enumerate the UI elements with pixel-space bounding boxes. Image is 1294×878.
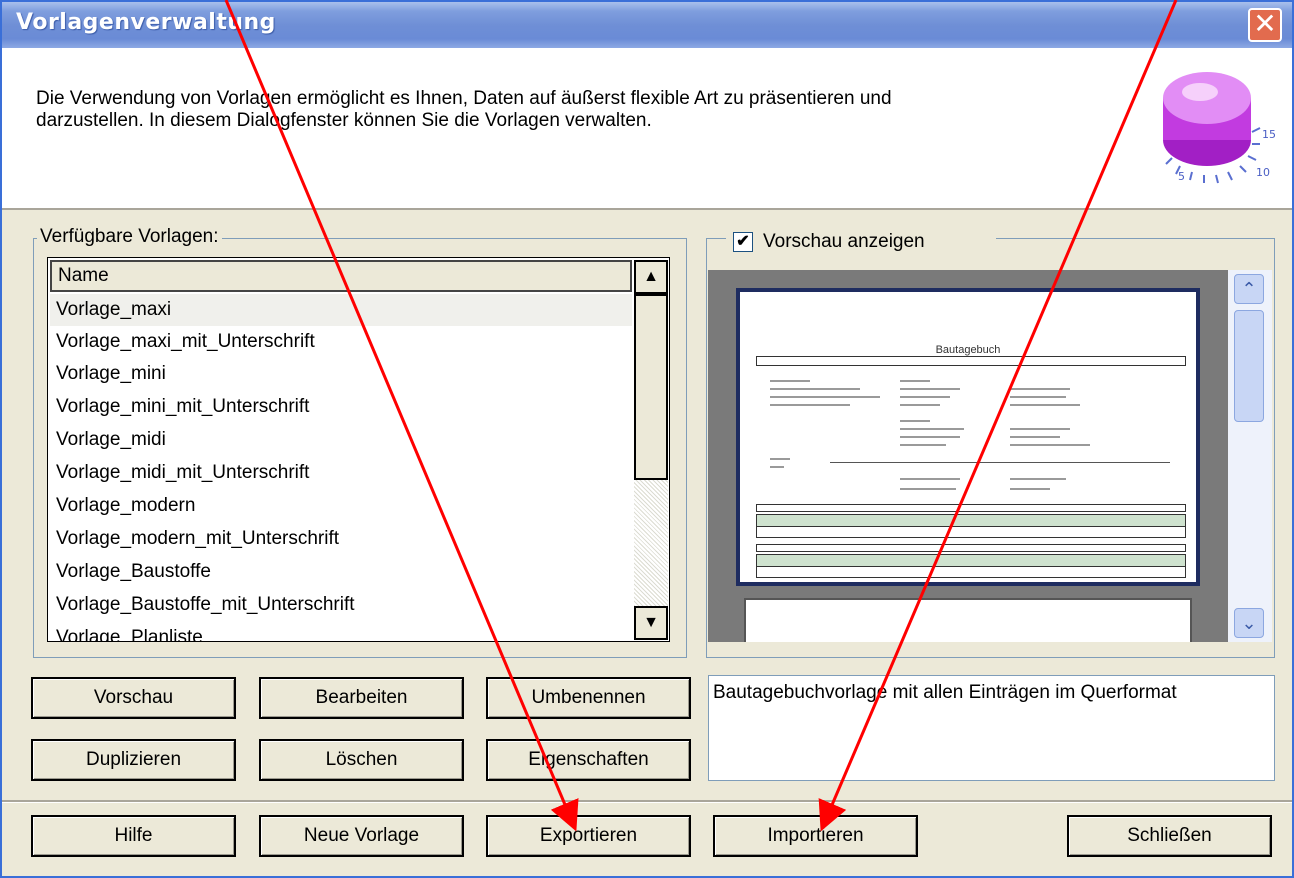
timer-knob-icon: 5 10 15 <box>1163 72 1276 184</box>
scroll-down-button[interactable]: ▼ <box>634 606 668 640</box>
intro-line-1: Die Verwendung von Vorlagen ermöglicht e… <box>36 88 892 109</box>
new-template-button[interactable]: Neue Vorlage <box>259 815 464 857</box>
delete-button[interactable]: Löschen <box>259 739 464 781</box>
duplicate-button[interactable]: Duplizieren <box>31 739 236 781</box>
title-bar[interactable]: Vorlagenverwaltung ✕ <box>2 2 1292 48</box>
preview-checkbox[interactable]: ✔ <box>733 232 753 252</box>
template-description: Bautagebuchvorlage mit allen Einträgen i… <box>708 675 1275 781</box>
window-title: Vorlagenverwaltung <box>16 10 276 35</box>
list-item[interactable]: Vorlage_midi_mit_Unterschrift <box>50 457 632 489</box>
scroll-thumb[interactable] <box>634 294 668 480</box>
info-header: Die Verwendung von Vorlagen ermöglicht e… <box>2 48 1292 210</box>
list-item[interactable]: Vorlage_maxi_mit_Unterschrift <box>50 326 632 358</box>
help-button[interactable]: Hilfe <box>31 815 236 857</box>
preview-scroll-down-button[interactable]: ⌄ <box>1234 608 1264 638</box>
list-item[interactable]: Vorlage_Planliste <box>50 622 632 641</box>
import-button[interactable]: Importieren <box>713 815 918 857</box>
column-header-name[interactable]: Name <box>50 260 632 292</box>
templates-list[interactable]: Name Vorlage_maxi Vorlage_maxi_mit_Unter… <box>47 257 670 642</box>
export-button[interactable]: Exportieren <box>486 815 691 857</box>
preview-checkbox-label[interactable]: Vorschau anzeigen <box>763 231 925 253</box>
preview-page: Bautagebuch <box>736 288 1200 586</box>
footer-separator <box>2 800 1292 803</box>
close-button[interactable]: ✕ <box>1248 8 1282 42</box>
edit-button[interactable]: Bearbeiten <box>259 677 464 719</box>
list-item[interactable]: Vorlage_midi <box>50 424 632 456</box>
templates-scrollbar[interactable]: ▲ ▼ <box>634 260 668 640</box>
preview-document-title: Bautagebuch <box>935 344 1001 356</box>
preview-scroll-up-button[interactable]: ⌃ <box>1234 274 1264 304</box>
list-item[interactable]: Vorlage_mini_mit_Unterschrift <box>50 391 632 423</box>
list-item[interactable]: Vorlage_Baustoffe <box>50 556 632 588</box>
preview-scrollbar[interactable]: ⌃ ⌄ <box>1228 270 1272 642</box>
preview-button[interactable]: Vorschau <box>31 677 236 719</box>
close-dialog-button[interactable]: Schließen <box>1067 815 1272 857</box>
preview-pane[interactable]: Bautagebuch ⌃ ⌄ <box>708 270 1272 642</box>
knob-label-5: 5 <box>1178 170 1185 183</box>
preview-page-2 <box>744 598 1192 642</box>
rename-button[interactable]: Umbenennen <box>486 677 691 719</box>
list-item[interactable]: Vorlage_Baustoffe_mit_Unterschrift <box>50 589 632 621</box>
list-item[interactable]: Vorlage_mini <box>50 358 632 390</box>
preview-band <box>756 356 1186 366</box>
knob-label-15: 15 <box>1262 128 1276 141</box>
intro-text: Die Verwendung von Vorlagen ermöglicht e… <box>36 88 1096 132</box>
templates-legend: Verfügbare Vorlagen: <box>37 226 222 248</box>
intro-line-2: darzustellen. In diesem Dialogfenster kö… <box>36 110 652 131</box>
list-item[interactable]: Vorlage_modern <box>50 490 632 522</box>
list-item[interactable]: Vorlage_modern_mit_Unterschrift <box>50 523 632 555</box>
properties-button[interactable]: Eigenschaften <box>486 739 691 781</box>
template-manager-dialog: Vorlagenverwaltung ✕ Die Verwendung von … <box>0 0 1294 878</box>
list-item[interactable]: Vorlage_maxi <box>50 294 632 326</box>
knob-label-10: 10 <box>1256 166 1270 179</box>
preview-scroll-thumb[interactable] <box>1234 310 1264 422</box>
scroll-up-button[interactable]: ▲ <box>634 260 668 294</box>
